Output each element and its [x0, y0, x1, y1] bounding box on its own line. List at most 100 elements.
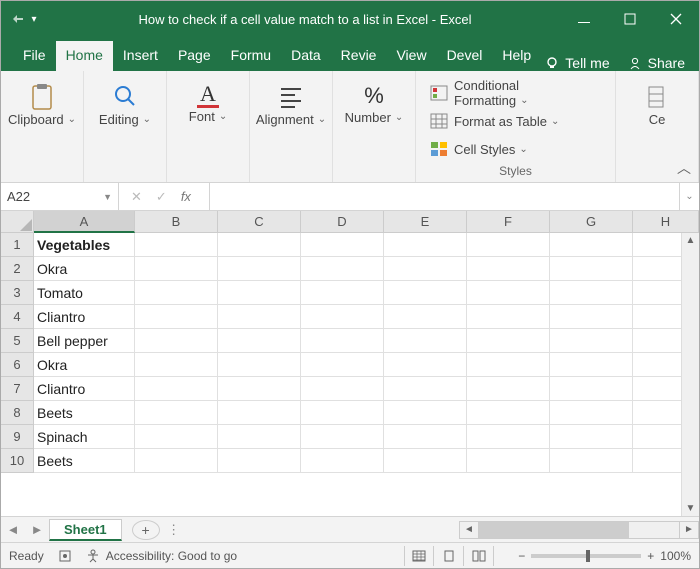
column-header[interactable]: B: [135, 211, 218, 233]
row-header[interactable]: 3: [1, 281, 34, 305]
column-header[interactable]: G: [550, 211, 633, 233]
view-normal-button[interactable]: [404, 546, 434, 566]
cell[interactable]: [135, 425, 218, 449]
cell[interactable]: [301, 233, 384, 257]
cell-styles-button[interactable]: Cell Styles: [426, 137, 601, 161]
cell[interactable]: [550, 257, 633, 281]
row-header[interactable]: 1: [1, 233, 34, 257]
cell[interactable]: [384, 425, 467, 449]
cell[interactable]: [218, 377, 301, 401]
cell[interactable]: [467, 449, 550, 473]
cell[interactable]: [301, 305, 384, 329]
tab-page[interactable]: Page: [168, 41, 221, 71]
cell[interactable]: [218, 425, 301, 449]
format-as-table-button[interactable]: Format as Table: [426, 109, 601, 133]
cell[interactable]: [550, 281, 633, 305]
cell[interactable]: [467, 233, 550, 257]
cell[interactable]: [218, 329, 301, 353]
cell[interactable]: [135, 257, 218, 281]
cell[interactable]: Spinach: [34, 425, 135, 449]
tab-view[interactable]: View: [386, 41, 436, 71]
cell[interactable]: [550, 377, 633, 401]
row-header[interactable]: 2: [1, 257, 34, 281]
cell[interactable]: [135, 353, 218, 377]
cell[interactable]: Okra: [34, 353, 135, 377]
cell[interactable]: [467, 401, 550, 425]
cell[interactable]: [384, 305, 467, 329]
cell[interactable]: [550, 401, 633, 425]
scroll-right-icon[interactable]: ►: [679, 521, 699, 539]
tab-insert[interactable]: Insert: [113, 41, 168, 71]
cell[interactable]: [301, 377, 384, 401]
tab-file[interactable]: File: [13, 41, 56, 71]
number-button[interactable]: % Number: [343, 75, 405, 157]
column-header[interactable]: A: [34, 211, 135, 233]
cell[interactable]: [135, 281, 218, 305]
minimize-button[interactable]: [561, 1, 607, 37]
editing-button[interactable]: Editing: [94, 75, 156, 157]
cell[interactable]: [135, 401, 218, 425]
cell[interactable]: [550, 353, 633, 377]
scroll-up-icon[interactable]: ▲: [686, 235, 696, 246]
cell[interactable]: [384, 401, 467, 425]
view-page-layout-button[interactable]: [434, 546, 464, 566]
sheet-nav-prev[interactable]: ◄: [1, 522, 25, 537]
name-box[interactable]: A22 ▼: [1, 183, 119, 210]
cell[interactable]: Cliantro: [34, 377, 135, 401]
column-header[interactable]: E: [384, 211, 467, 233]
cell[interactable]: [218, 401, 301, 425]
sheet-nav-next[interactable]: ►: [25, 522, 49, 537]
cell[interactable]: [550, 329, 633, 353]
tab-data[interactable]: Data: [281, 41, 331, 71]
cell[interactable]: [301, 281, 384, 305]
cell[interactable]: [135, 329, 218, 353]
cell[interactable]: [467, 353, 550, 377]
zoom-slider[interactable]: [531, 554, 641, 558]
cell[interactable]: Beets: [34, 401, 135, 425]
cell[interactable]: [467, 425, 550, 449]
scroll-left-icon[interactable]: ◄: [459, 521, 479, 539]
enter-formula-icon[interactable]: ✓: [156, 189, 167, 205]
grid-body[interactable]: 1Vegetables2Okra3Tomato4Cliantro5Bell pe…: [1, 233, 699, 516]
column-header[interactable]: H: [633, 211, 699, 233]
tab-review[interactable]: Revie: [331, 41, 387, 71]
tab-home[interactable]: Home: [56, 41, 113, 71]
cell[interactable]: [301, 425, 384, 449]
cell[interactable]: Beets: [34, 449, 135, 473]
cell[interactable]: [384, 281, 467, 305]
column-header[interactable]: C: [218, 211, 301, 233]
column-header[interactable]: F: [467, 211, 550, 233]
cell[interactable]: [384, 353, 467, 377]
row-header[interactable]: 10: [1, 449, 34, 473]
cell[interactable]: [467, 257, 550, 281]
zoom-value[interactable]: 100%: [660, 549, 691, 563]
maximize-button[interactable]: [607, 1, 653, 37]
cell[interactable]: Tomato: [34, 281, 135, 305]
row-header[interactable]: 7: [1, 377, 34, 401]
cell[interactable]: [218, 449, 301, 473]
cell[interactable]: Vegetables: [34, 233, 135, 257]
cell[interactable]: [218, 233, 301, 257]
clipboard-button[interactable]: Clipboard: [11, 75, 73, 157]
cell[interactable]: [467, 281, 550, 305]
cell[interactable]: [384, 329, 467, 353]
cell[interactable]: [218, 281, 301, 305]
cell[interactable]: [218, 305, 301, 329]
tab-help[interactable]: Help: [492, 41, 541, 71]
expand-formula-bar-button[interactable]: ⌄: [679, 183, 699, 210]
cell[interactable]: [384, 257, 467, 281]
formula-input[interactable]: [210, 183, 679, 210]
cell[interactable]: [384, 449, 467, 473]
cell[interactable]: [467, 305, 550, 329]
row-header[interactable]: 4: [1, 305, 34, 329]
cell[interactable]: [550, 233, 633, 257]
macro-record-icon[interactable]: [58, 549, 72, 563]
cell[interactable]: Okra: [34, 257, 135, 281]
zoom-out-button[interactable]: −: [518, 549, 525, 563]
cell[interactable]: [301, 449, 384, 473]
cancel-formula-icon[interactable]: ✕: [131, 189, 142, 205]
cell[interactable]: [135, 305, 218, 329]
view-page-break-button[interactable]: [464, 546, 494, 566]
horizontal-scrollbar[interactable]: ◄ ►: [459, 521, 699, 539]
fx-icon[interactable]: fx: [181, 189, 197, 204]
